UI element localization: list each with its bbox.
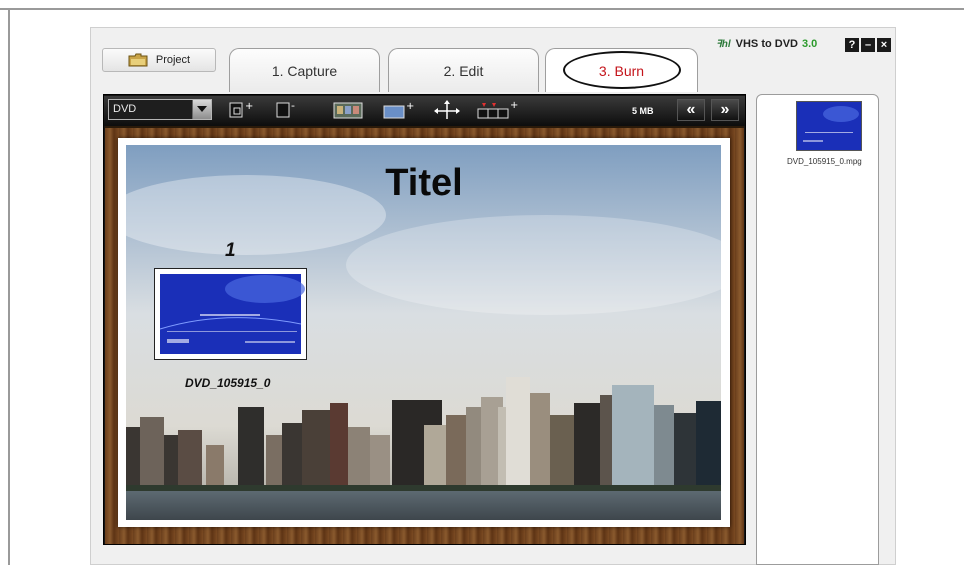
add-page-icon: + <box>229 101 253 118</box>
project-label: Project <box>155 54 191 66</box>
tab-capture-label: 1. Capture <box>271 62 338 79</box>
file-name: DVD_105915_0.mpg <box>787 157 862 166</box>
svg-text:-: - <box>291 99 295 112</box>
help-button[interactable]: ? <box>845 38 859 52</box>
svg-text:+: + <box>406 101 414 112</box>
menu-template-button[interactable] <box>330 99 366 121</box>
add-chapter-button[interactable]: + <box>474 99 518 121</box>
previous-page-button[interactable]: « <box>677 99 705 121</box>
format-select-value: DVD <box>113 103 137 115</box>
menu-template-icon <box>333 102 363 119</box>
close-button[interactable]: × <box>877 38 891 52</box>
tab-burn-label: 3. Burn <box>598 62 645 79</box>
chapter-thumbnail[interactable] <box>154 268 307 360</box>
move-arrows-icon <box>434 100 460 119</box>
next-page-button[interactable]: » <box>711 99 739 121</box>
tab-edit[interactable]: 2. Edit <box>388 48 539 92</box>
outer-frame-left <box>8 8 10 565</box>
tab-capture[interactable]: 1. Capture <box>229 48 380 92</box>
brand-name: VHS to DVD <box>735 38 798 50</box>
brand-version: 3.0 <box>801 38 818 50</box>
svg-text:+: + <box>510 100 518 111</box>
move-button[interactable] <box>430 99 464 121</box>
tab-burn[interactable]: 3. Burn <box>545 48 698 92</box>
add-background-icon: + <box>383 101 414 119</box>
project-button[interactable]: Project <box>102 48 216 72</box>
remove-page-icon: - <box>276 99 295 118</box>
brand: ꟻhl VHS to DVD 3.0 <box>716 38 817 50</box>
disc-size-label: 5 MB <box>632 106 654 116</box>
svg-text:+: + <box>245 101 253 112</box>
add-background-button[interactable]: + <box>380 99 416 121</box>
outer-frame-top <box>0 8 964 10</box>
file-thumbnail[interactable] <box>796 101 862 151</box>
format-select[interactable]: DVD <box>108 99 212 120</box>
folder-icon <box>128 53 148 67</box>
menu-title[interactable]: Titel <box>0 162 848 205</box>
tab-edit-label: 2. Edit <box>443 62 484 79</box>
chevron-down-icon <box>192 100 211 119</box>
add-page-button[interactable]: + <box>225 99 255 121</box>
brand-logo-icon: ꟻhl <box>716 38 731 50</box>
minimize-button[interactable]: – <box>861 38 875 52</box>
add-chapter-icon: + <box>477 100 518 119</box>
chapter-label[interactable]: DVD_105915_0 <box>185 376 270 390</box>
remove-page-button[interactable]: - <box>270 99 300 121</box>
chapter-number: 1 <box>225 240 236 261</box>
